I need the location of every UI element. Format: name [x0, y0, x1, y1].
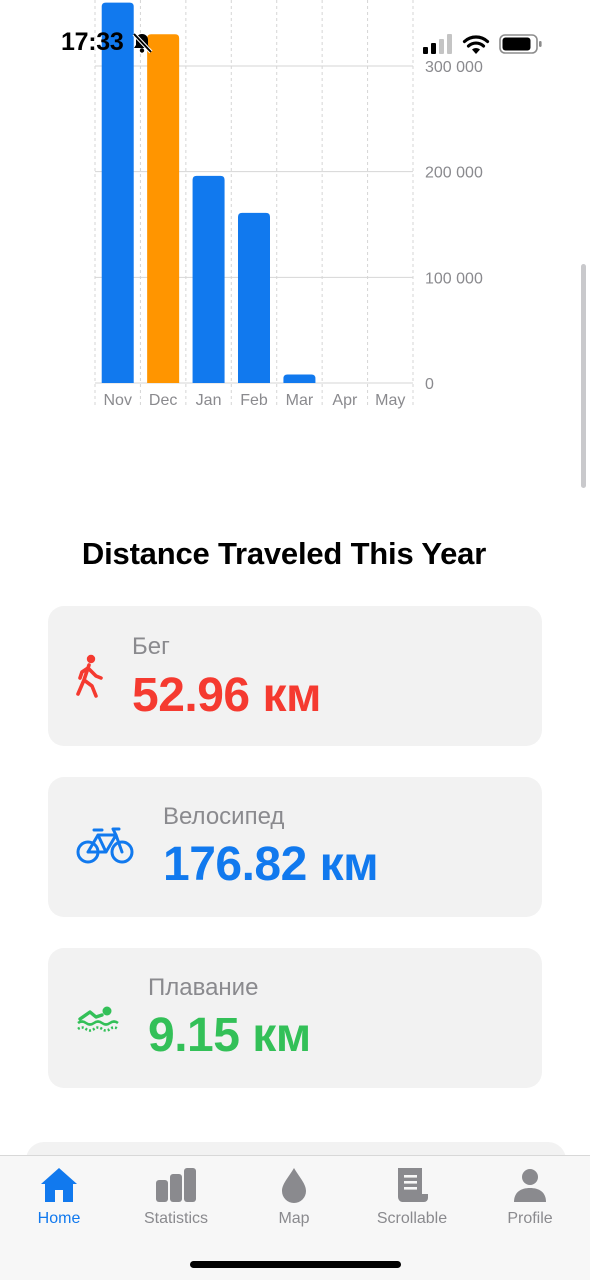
status-time: 17:33 [61, 28, 124, 56]
cellular-signal-icon [423, 34, 452, 54]
swimming-distance-card: Плавание 9.15 км [48, 948, 542, 1088]
y-tick-label: 100 000 [425, 270, 483, 287]
tab-statistics-label: Statistics [143, 1210, 208, 1227]
tab-statistics[interactable]: Statistics [117, 1156, 235, 1246]
tab-profile[interactable]: Profile [471, 1156, 589, 1246]
x-tick-label-apr: Apr [332, 392, 358, 409]
swimming-icon [77, 1006, 119, 1032]
person-icon [514, 1169, 546, 1202]
battery-icon [499, 34, 542, 54]
status-bar: 17:33 [0, 0, 590, 90]
swimming-value: 9.15 км [148, 1009, 311, 1062]
running-value: 52.96 км [132, 669, 321, 722]
walking-figure-icon [76, 654, 103, 698]
tab-map[interactable]: Map [235, 1156, 353, 1246]
cycling-label: Велосипед [163, 803, 285, 830]
running-label: Бег [132, 633, 170, 660]
bar-feb [238, 212, 270, 383]
section-title: Distance Traveled This Year [81, 536, 487, 571]
running-distance-card: Бег 52.96 км [48, 606, 542, 746]
swimming-label: Плавание [148, 974, 259, 1001]
scroll-icon [397, 1168, 428, 1203]
bell-slash-icon [132, 32, 153, 54]
tab-map-label: Map [278, 1210, 310, 1227]
bar-jan [192, 175, 225, 383]
scroll-indicator[interactable] [581, 264, 586, 488]
wifi-icon [462, 35, 490, 54]
cycling-distance-card: Велосипед 176.82 км [48, 777, 542, 917]
bicycle-icon [76, 827, 134, 864]
x-tick-label-nov: Nov [103, 392, 131, 409]
home-indicator[interactable] [190, 1261, 401, 1268]
tab-profile-label: Profile [507, 1210, 553, 1227]
y-tick-label: 0 [425, 376, 434, 393]
x-tick-label-mar: Mar [286, 392, 314, 409]
y-tick-label: 200 000 [425, 165, 483, 182]
bar-mar [283, 374, 316, 383]
x-tick-label-may: May [375, 392, 405, 409]
x-tick-label-dec: Dec [149, 392, 177, 409]
house-icon [41, 1168, 77, 1202]
drop-icon [282, 1168, 306, 1203]
bar-chart-icon [156, 1168, 196, 1202]
tab-home-label: Home [37, 1210, 81, 1227]
x-tick-label-feb: Feb [240, 392, 268, 409]
cycling-value: 176.82 км [163, 838, 379, 891]
tab-home[interactable]: Home [0, 1156, 118, 1246]
tab-scrollable-label: Scrollable [376, 1210, 448, 1227]
x-tick-label-jan: Jan [196, 392, 222, 409]
tab-scrollable[interactable]: Scrollable [353, 1156, 471, 1246]
